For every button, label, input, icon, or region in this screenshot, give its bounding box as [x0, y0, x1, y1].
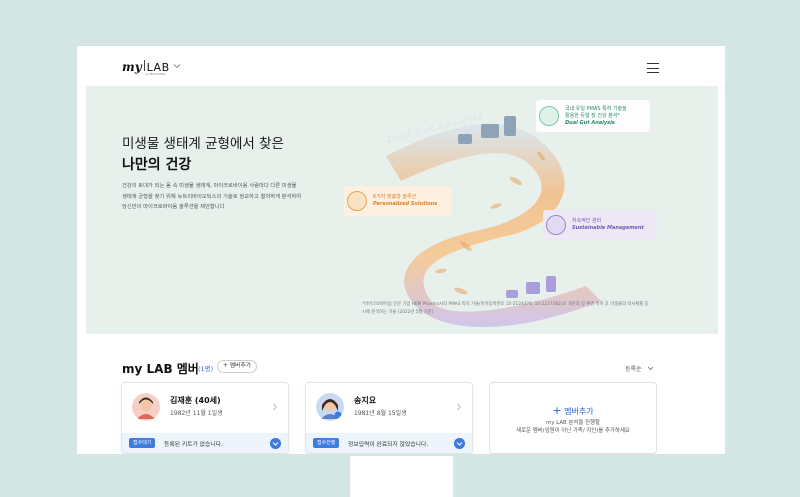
member-dob: 1981년 8월 15일생 — [354, 410, 407, 417]
logo-divider — [143, 60, 145, 71]
dna-icon — [539, 106, 559, 126]
add-member-label: 멤버추가 — [229, 363, 252, 369]
badge-gut-line2: 활용한 듀얼 장 건강 분석* — [565, 112, 620, 119]
member-name: 김재훈 (40세) — [170, 396, 221, 405]
chevron-down-icon — [648, 366, 654, 371]
hero-footnote: *마이크로바이옴 전문 기업 HEM Pharma사의 PMAS 특허 기술(특… — [362, 302, 649, 316]
members-count: (1명) — [198, 365, 214, 373]
avatar — [132, 393, 160, 421]
member-card-footer: 접수대기 등록된 키트가 없습니다. — [122, 433, 288, 453]
member-card[interactable]: 송지요 1981년 8월 15일생 접수진행 정보입력이 완료되지 않았습니다. — [305, 382, 473, 454]
chevron-right-icon — [457, 403, 462, 411]
badge-sust-line1: 지속적인 관리 — [572, 218, 602, 224]
status-badge: 접수대기 — [129, 438, 156, 448]
members-section-title: my LAB 멤버 — [122, 362, 199, 376]
sort-label: 등록순 — [625, 366, 642, 373]
avatar — [316, 393, 344, 421]
badge-gut-en: Dual Gut Analysis — [565, 119, 615, 126]
chevron-down-icon[interactable] — [173, 62, 181, 70]
status-badge: 접수진행 — [313, 438, 340, 448]
bottom-panel — [350, 456, 453, 497]
expand-icon[interactable] — [454, 438, 465, 449]
badge-gut-line1: 국내 유일 PMAS 특허 기술을 — [565, 105, 627, 112]
expand-icon[interactable] — [270, 438, 281, 449]
badge-personalized: 6가지 맞춤형 솔루션 Personalized Solutions — [344, 186, 452, 216]
hamburger-icon[interactable] — [647, 63, 659, 73]
add-member-button-small[interactable]: + 멤버추가 — [217, 360, 258, 373]
member-status-text: 등록된 키트가 없습니다. — [164, 442, 223, 448]
logo-subtitle: by HEM PHARMA — [145, 73, 166, 76]
top-header: my LAB by HEM PHARMA — [77, 46, 725, 86]
badge-pers-line1: 6가지 맞춤형 솔루션 — [373, 194, 417, 200]
member-name: 송지요 — [354, 396, 377, 405]
solution-icon — [347, 191, 367, 211]
chevron-right-icon — [273, 403, 278, 411]
hero-title-line2: 나만의 건강 — [122, 157, 192, 173]
member-dob: 1982년 11월 1일생 — [170, 410, 223, 417]
add-member-card[interactable]: + 멤버추가 my LAB 분석을 진행할 새로운 멤버(임원이 아닌 가족/ … — [489, 382, 657, 454]
sort-dropdown[interactable]: 등록순 — [625, 364, 654, 373]
badge-dual-gut: 국내 유일 PMAS 특허 기술을 활용한 듀얼 장 건강 분석* Dual G… — [536, 100, 650, 132]
hero-description: 건강의 토대가 되는 몸 속 미생물 생태계, 마이크로바이옴 사람마다 다른 … — [122, 183, 302, 211]
member-status-text: 정보입력이 완료되지 않았습니다. — [348, 442, 429, 448]
mylab-logo[interactable]: my LAB by HEM PHARMA — [122, 60, 170, 76]
add-member-card-sub1: my LAB 분석을 진행할 — [546, 420, 600, 426]
plus-icon: + — [552, 404, 562, 417]
member-card[interactable]: 김재훈 (40세) 1982년 11월 1일생 접수대기 등록된 키트가 없습니… — [121, 382, 289, 454]
add-member-card-title: + 멤버추가 — [490, 404, 656, 417]
badge-sust-en: Sustainable Management — [572, 225, 644, 231]
add-member-card-label: 멤버추가 — [564, 407, 594, 416]
logo-my-text: my — [122, 60, 142, 74]
hero-banner: Dual Gut Analysis 미생물 생태계 균형에서 찾은 나만의 건강… — [86, 86, 718, 334]
member-card-footer: 접수진행 정보입력이 완료되지 않았습니다. — [306, 433, 472, 453]
add-member-card-sub2: 새로운 멤버(임원이 아닌 가족/ 지인)를 추가하세요 — [516, 428, 630, 434]
badge-sustainable: 지속적인 관리 Sustainable Management — [543, 210, 657, 240]
hero-title-line1: 미생물 생태계 균형에서 찾은 — [122, 136, 284, 152]
badge-pers-en: Personalized Solutions — [373, 201, 438, 207]
person-icon — [546, 215, 566, 235]
browser-window: my LAB by HEM PHARMA Dual Gut Analysis 미… — [77, 46, 725, 454]
plus-icon: + — [223, 363, 230, 369]
